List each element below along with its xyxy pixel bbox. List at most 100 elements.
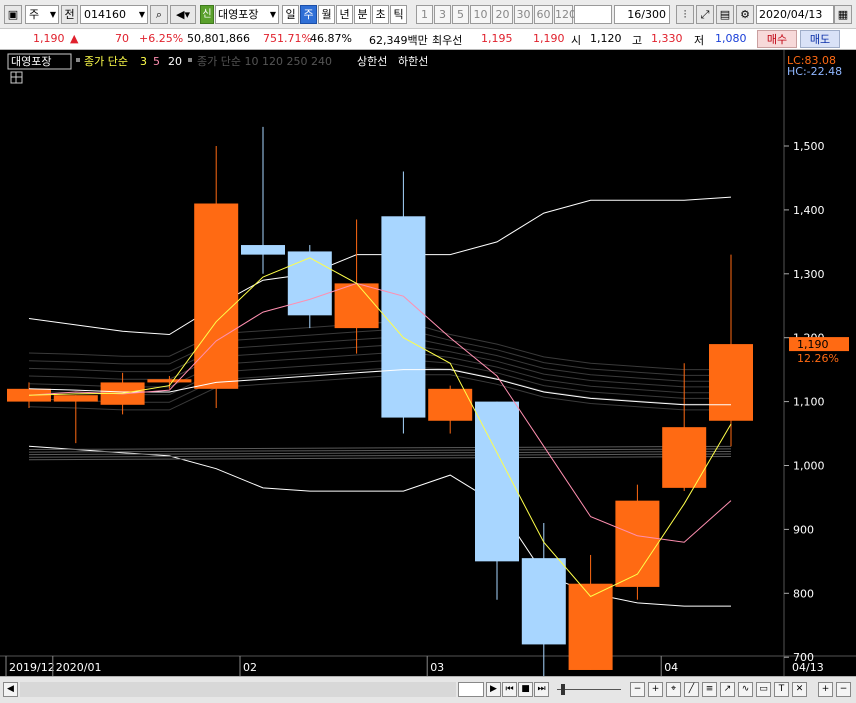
stock-name-field[interactable]: 대영포장 ▼: [215, 5, 279, 24]
crosshair-icon[interactable]: ⌖: [666, 682, 681, 697]
candle-body-15: [709, 344, 753, 421]
interval-button-1[interactable]: 3: [434, 5, 451, 24]
candle-body-3: [147, 379, 192, 383]
low-label: 저: [694, 34, 705, 47]
price-chart[interactable]: 1,5001,4001,3001,2001,1001,000900800700 …: [0, 50, 856, 683]
gear-icon[interactable]: ⚙: [736, 5, 754, 24]
calendar-icon[interactable]: ▦: [834, 5, 852, 24]
draw-tool-icon[interactable]: ⤢: [696, 5, 714, 24]
change-value: 70: [115, 32, 129, 45]
turnover-rate: 46.87%: [310, 32, 352, 45]
current-price: 1,190: [33, 32, 65, 45]
candle-type-icon[interactable]: ⫶: [676, 5, 694, 24]
bid-price: 1,190: [533, 32, 565, 45]
legend-ma-label: 종가 단순: [84, 55, 128, 68]
price-tag-percent: 12.26%: [797, 352, 839, 365]
candle-body-8: [381, 216, 426, 418]
interval-button-4[interactable]: 20: [492, 5, 513, 24]
window-menu-icon[interactable]: ▣: [4, 5, 22, 24]
y-tick-label-1: 1,400: [793, 204, 825, 217]
date-field[interactable]: 2020/04/13: [756, 5, 834, 24]
scroll-thumb[interactable]: [458, 682, 484, 697]
interval-button-0[interactable]: 1: [416, 5, 433, 24]
blank-field[interactable]: [574, 5, 612, 24]
zoom-in-icon[interactable]: +: [648, 682, 663, 697]
y-tick-label-4: 1,100: [793, 396, 825, 409]
period-tab-5[interactable]: 초: [372, 5, 389, 24]
best-label: 최우선: [432, 34, 463, 47]
display-count-field[interactable]: 16/300: [614, 5, 670, 24]
price-tag-value: 1,190: [797, 338, 829, 351]
legend-lower-band: 하한선: [398, 54, 428, 68]
ask-price: 1,195: [481, 32, 513, 45]
remove-icon[interactable]: −: [836, 682, 851, 697]
period-tab-4[interactable]: 분: [354, 5, 371, 24]
speaker-icon[interactable]: ◀▾: [170, 5, 196, 24]
interval-button-2[interactable]: 5: [452, 5, 469, 24]
wave-tool-icon[interactable]: ∿: [738, 682, 753, 697]
candle-body-6: [287, 251, 332, 316]
y-tick-label-5: 1,000: [793, 460, 825, 473]
open-price: 1,120: [590, 32, 622, 45]
scope-button[interactable]: 전: [61, 5, 78, 24]
scroll-track[interactable]: [20, 682, 456, 697]
candle-body-7: [334, 283, 379, 329]
scroll-controls: ◀ ▶ ⏮ ■ ⏭ − + ⌖ ╱ ≡ ↗ ∿ ▭ T ✕ + −: [0, 676, 856, 703]
quote-bar: 1,190 ▲ 70 +6.25% 50,801,866 751.71% 46.…: [0, 29, 856, 50]
y-tick-label-2: 1,300: [793, 268, 825, 281]
delete-tool-icon[interactable]: ✕: [792, 682, 807, 697]
text-tool-icon[interactable]: T: [774, 682, 789, 697]
period-tab-2[interactable]: 월: [318, 5, 335, 24]
y-tick-label-7: 800: [793, 587, 814, 600]
toolbar: ▣ 주 ▼ 전 014160 ▼ ⌕ ◀▾ 신 대영포장 ▼ 일주월년분초틱 1351…: [0, 0, 856, 29]
period-tab-3[interactable]: 년: [336, 5, 353, 24]
period-tab-1[interactable]: 주: [300, 5, 317, 24]
search-icon[interactable]: ⌕: [150, 5, 168, 24]
legend-ma-3: 3: [140, 55, 147, 68]
new-listing-badge: 신: [200, 5, 214, 24]
first-bar-icon[interactable]: ⏮: [502, 682, 517, 697]
y-tick-label-6: 900: [793, 523, 814, 536]
x-tick-label-0: 2019/12: [9, 661, 55, 674]
period-tab-6[interactable]: 틱: [390, 5, 407, 24]
last-bar-icon[interactable]: ⏭: [534, 682, 549, 697]
candle-body-14: [662, 427, 707, 488]
legend-hidden-mas: 종가 단순 10 120 250 240: [197, 55, 332, 68]
zoom-slider[interactable]: [555, 682, 625, 697]
interval-button-3[interactable]: 10: [470, 5, 491, 24]
buy-button[interactable]: 매수: [757, 30, 797, 48]
up-arrow-icon: ▲: [70, 32, 79, 45]
scroll-left-icon[interactable]: ◀: [3, 682, 18, 697]
scroll-right-icon[interactable]: ▶: [486, 682, 501, 697]
interval-button-7[interactable]: 120: [554, 5, 576, 24]
interval-button-6[interactable]: 60: [534, 5, 553, 24]
legend-upper-band: 상한선: [357, 55, 387, 68]
arrow-tool-icon[interactable]: ↗: [720, 682, 735, 697]
interval-button-5[interactable]: 30: [514, 5, 533, 24]
x-tick-label-4: 04: [664, 661, 678, 674]
change-percent: +6.25%: [139, 32, 184, 45]
candle-body-4: [194, 203, 239, 389]
x-tick-label-3: 03: [430, 661, 444, 674]
candlestick-chart[interactable]: 1,5001,4001,3001,2001,1001,000900800700 …: [0, 50, 856, 683]
high-price: 1,330: [651, 32, 683, 45]
market-select[interactable]: 주 ▼: [25, 5, 59, 24]
x-tick-label-1: 2020/01: [56, 661, 102, 674]
zoom-out-icon[interactable]: −: [630, 682, 645, 697]
chevron-down-icon: ▼: [269, 10, 276, 19]
x-tick-label-2: 02: [243, 661, 257, 674]
stock-code-input[interactable]: 014160 ▼: [80, 5, 148, 24]
open-label: 시: [571, 34, 582, 47]
chevron-down-icon: ▼: [49, 10, 56, 19]
legend-ma-20: 20: [168, 55, 182, 68]
period-tab-0[interactable]: 일: [282, 5, 299, 24]
low-price: 1,080: [715, 32, 747, 45]
shape-tool-icon[interactable]: ▭: [756, 682, 771, 697]
candle-body-11: [521, 558, 566, 645]
trendline-icon[interactable]: ╱: [684, 682, 699, 697]
stop-icon[interactable]: ■: [518, 682, 533, 697]
add-icon[interactable]: +: [818, 682, 833, 697]
fibonacci-icon[interactable]: ≡: [702, 682, 717, 697]
save-icon[interactable]: ▤: [716, 5, 734, 24]
sell-button[interactable]: 매도: [800, 30, 840, 48]
